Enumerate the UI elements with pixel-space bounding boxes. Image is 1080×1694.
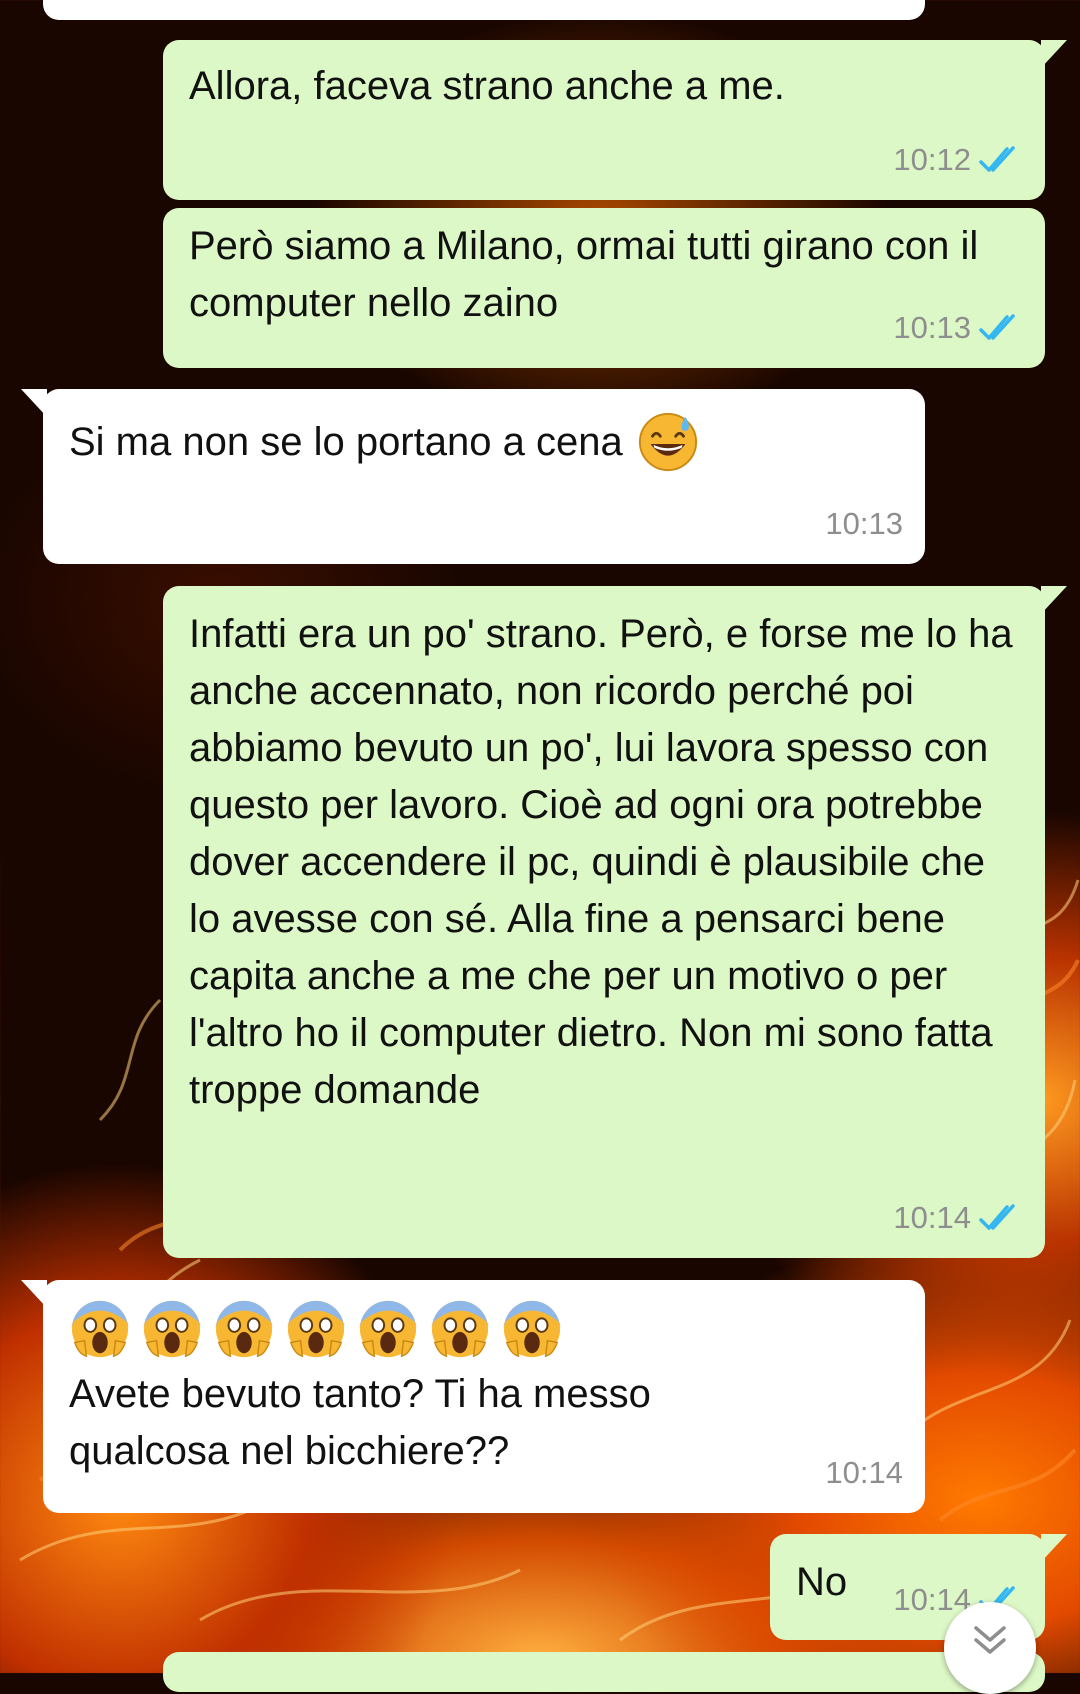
message-bubble-incoming-partial[interactable] [43,0,925,20]
emoji-row [69,1298,563,1360]
message-text: Si ma non se lo portano a cena [69,419,623,464]
message-timestamp: 10:14 [893,1200,971,1235]
grinning-sweat-emoji [638,412,697,472]
screaming-face-emoji [143,1300,201,1358]
message-meta: 10:12 [893,131,1023,188]
screaming-face-emoji [287,1300,345,1358]
message-meta: 10:14 [825,1444,903,1501]
scroll-to-bottom-button[interactable] [944,1602,1036,1694]
screaming-face-emoji [431,1300,489,1358]
message-timestamp: 10:12 [893,142,971,177]
message-meta: 10:13 [825,495,903,552]
message-text: Infatti era un po' strano. Però, e forse… [189,612,1013,1112]
screaming-face-emoji [71,1300,129,1358]
message-text: Allora, faceva strano anche a me. [189,64,785,108]
message-bubble-outgoing[interactable]: Però siamo a Milano, ormai tutti girano … [163,208,1045,368]
message-meta: 10:14 [893,1189,1023,1246]
screaming-face-emoji [359,1300,417,1358]
message-text: Avete bevuto tanto? Ti ha messo qualcosa… [69,1372,651,1473]
message-timestamp: 10:14 [825,1455,903,1490]
message-bubble-outgoing-partial[interactable] [163,1652,1045,1692]
message-bubble-outgoing[interactable]: Allora, faceva strano anche a me. 10:12 [163,40,1067,200]
screaming-face-emoji [215,1300,273,1358]
message-bubble-incoming[interactable]: Si ma non se lo portano a cena 10:13 [21,389,925,564]
double-check-icon [979,1203,1015,1230]
double-check-icon [979,313,1015,340]
double-chevron-down-icon [974,1626,1006,1654]
screaming-face-emoji [503,1300,561,1358]
message-text-row: Si ma non se lo portano a cena [69,411,899,473]
message-bubble-outgoing[interactable]: Infatti era un po' strano. Però, e forse… [163,586,1067,1258]
double-check-icon [979,145,1015,172]
message-timestamp: 10:13 [893,310,971,345]
message-timestamp: 10:13 [825,506,903,541]
message-bubble-incoming[interactable]: Avete bevuto tanto? Ti ha messo qualcosa… [21,1280,925,1513]
message-meta: 10:13 [893,299,1023,356]
